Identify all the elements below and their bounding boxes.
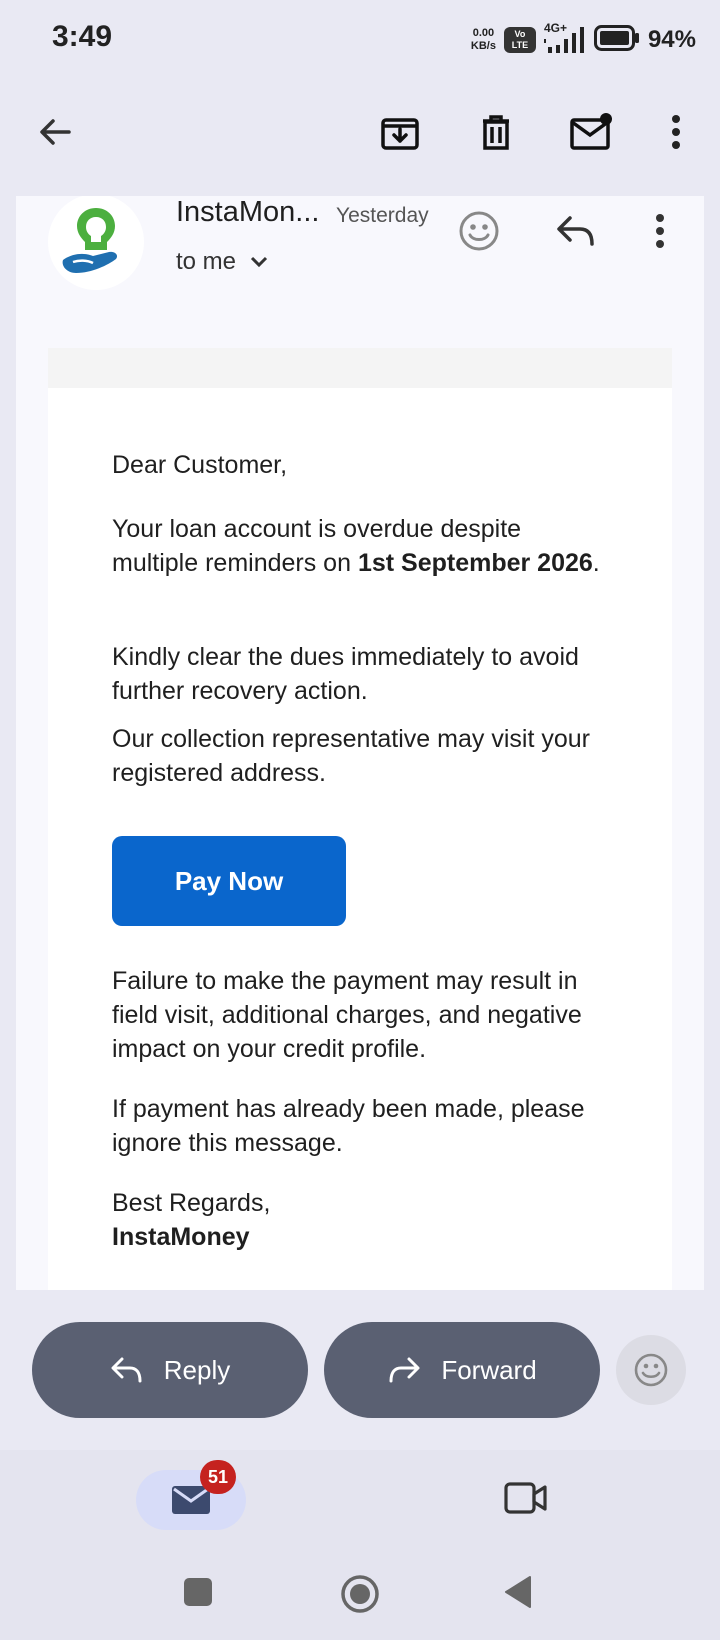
battery-percentage: 94% [647,26,696,53]
greeting: Dear Customer, [112,451,288,479]
volte-icon: Vo LTE [503,27,536,53]
signoff: Best Regards, [112,1189,271,1217]
due-date: 1st September 2026 [357,549,593,577]
back-button[interactable] [500,1574,540,1614]
reply-label: Reply [163,1354,231,1385]
bottom-nav: 51 [0,1450,720,1640]
signature: InstaMoney [112,1223,250,1251]
action-bar: Reply Forward [0,1290,720,1450]
delete-icon[interactable] [472,108,520,156]
paragraph-overdue: Your loan account is overdue despite mul… [112,515,600,577]
paragraph-failure: Failure to make the payment may result i… [112,967,582,1063]
emoji-icon [634,1353,668,1387]
status-indicators: 0.00 KB/s Vo LTE 4G+ 94% [470,21,696,58]
reply-button[interactable]: Reply [32,1322,308,1418]
status-bar: 3:49 0.00 KB/s Vo LTE 4G+ 94% [0,0,720,80]
square-icon [184,1578,212,1606]
archive-icon[interactable] [376,108,424,156]
pay-now-button[interactable]: Pay Now [112,836,346,926]
unread-badge: 51 [200,1460,236,1494]
chevron-down-icon [250,256,268,268]
email-banner [48,348,672,388]
forward-icon [389,1357,420,1383]
react-emoji-button[interactable] [616,1335,686,1405]
recipient-toggle[interactable]: to me [176,248,268,276]
battery-icon [593,24,640,56]
status-time: 3:49 [52,20,113,53]
back-arrow-icon[interactable] [31,108,79,156]
nav-meet[interactable] [504,1480,552,1520]
triangle-back-icon [505,1576,531,1608]
recipient-label: to me [176,248,237,275]
emoji-icon[interactable] [455,207,503,255]
sender-avatar[interactable] [48,196,144,290]
video-icon [504,1482,547,1514]
sender-name[interactable]: InstaMon... [176,196,319,229]
home-button[interactable] [340,1574,380,1614]
recents-button[interactable] [180,1574,220,1614]
more-vert-icon[interactable] [652,108,700,156]
mark-unread-icon[interactable] [567,108,615,156]
forward-button[interactable]: Forward [324,1322,600,1418]
paragraph-ignore: If payment has already been made, please… [112,1095,585,1157]
reply-icon [111,1357,142,1383]
reply-icon[interactable] [552,207,600,255]
email-toolbar [0,80,720,186]
paragraph-dues: Kindly clear the dues immediately to avo… [112,643,579,705]
signal-icon: 4G+ [543,21,586,55]
more-vert-icon[interactable] [636,207,684,255]
email-body: Dear Customer, Your loan account is over… [48,348,672,1290]
network-speed: 0.00 KB/s [470,27,496,52]
home-circle-icon [341,1575,379,1613]
instamoney-logo [62,208,118,273]
paragraph-visit: Our collection representative may visit … [112,725,590,787]
email-date: Yesterday [336,204,429,227]
email-card: InstaMon... Yesterday to me Dear Custome… [16,196,704,1290]
forward-label: Forward [441,1354,537,1385]
